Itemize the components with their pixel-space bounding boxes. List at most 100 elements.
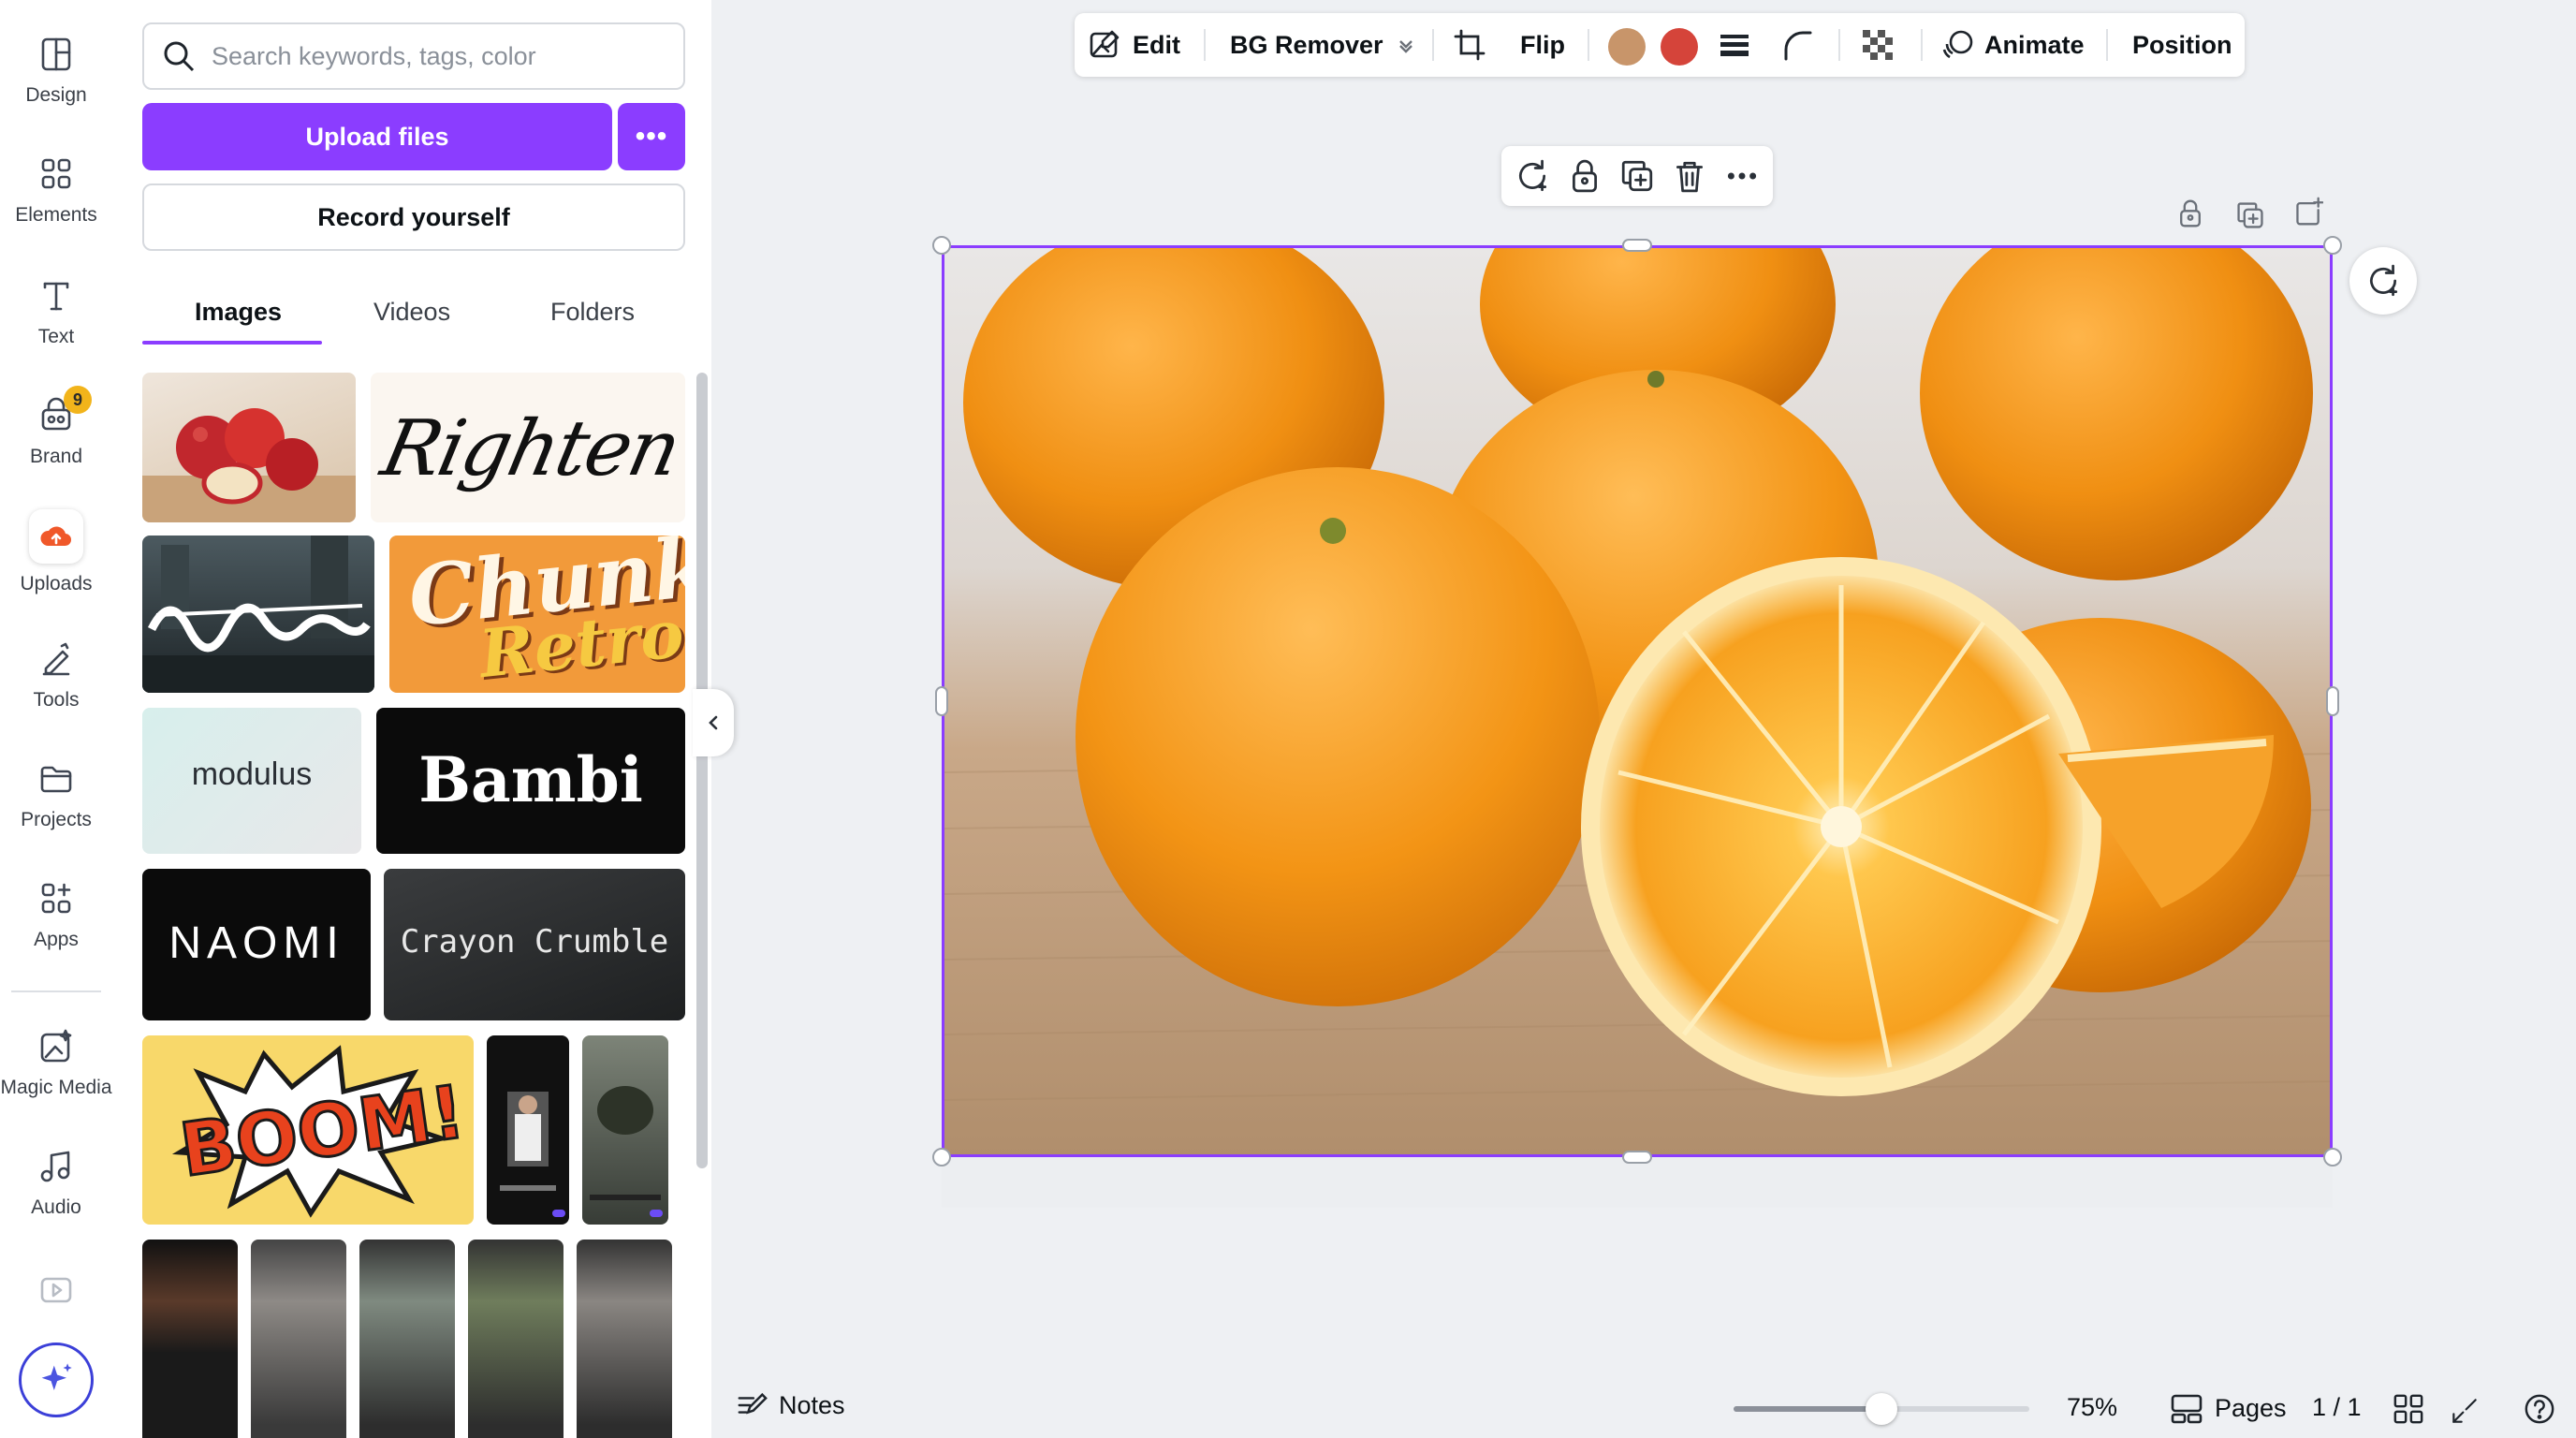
video-icon <box>40 1277 72 1303</box>
bg-remover-button[interactable]: BG Remover <box>1230 13 1415 77</box>
zoom-slider-knob[interactable] <box>1866 1393 1897 1425</box>
resize-handle-right[interactable] <box>2326 686 2339 716</box>
border-style-button[interactable] <box>1719 13 1750 77</box>
fullscreen-icon[interactable] <box>2451 1397 2479 1425</box>
rail-label-projects: Projects <box>21 809 92 830</box>
animate-button[interactable]: Animate <box>1941 13 2085 77</box>
upload-more-button[interactable]: ••• <box>618 103 685 170</box>
crop-button[interactable] <box>1453 13 1486 77</box>
upload-thumb-phone-1[interactable] <box>487 1035 569 1225</box>
bg-remover-label: BG Remover <box>1230 30 1383 59</box>
upload-thumb-phone-2[interactable] <box>582 1035 668 1225</box>
color-swatch-tan[interactable] <box>1608 28 1646 66</box>
trash-icon[interactable] <box>1672 158 1707 194</box>
pages-icon <box>2171 1394 2203 1424</box>
resize-handle-top[interactable] <box>1622 239 1652 252</box>
search-box[interactable]: Search keywords, tags, color <box>142 22 685 90</box>
upload-thumb-phone-3[interactable] <box>142 1240 238 1438</box>
rail-item-projects[interactable]: Projects <box>0 760 112 863</box>
upload-thumb-modulus[interactable]: modulus <box>142 708 361 854</box>
rail-label-brand: Brand <box>29 446 83 467</box>
edit-label: Edit <box>1133 30 1180 59</box>
upload-thumb-crayon-crumble[interactable]: Crayon Crumble <box>384 869 685 1020</box>
rail-item-uploads[interactable]: Uploads <box>0 509 112 612</box>
rail-label-uploads: Uploads <box>20 573 93 594</box>
add-page-icon[interactable] <box>2293 197 2323 227</box>
upload-thumb-graffiti[interactable] <box>142 536 374 693</box>
zoom-level[interactable]: 75% <box>2067 1393 2117 1422</box>
zoom-slider[interactable] <box>1734 1393 2029 1425</box>
corner-rounding-button[interactable] <box>1780 13 1812 77</box>
resize-handle-bottom[interactable] <box>1622 1151 1652 1164</box>
image-toolbar: Edit BG Remover Flip Animate Position <box>1075 13 2245 77</box>
lock-icon[interactable] <box>1567 158 1603 194</box>
position-button[interactable]: Position <box>2132 13 2232 77</box>
rail-item-text[interactable]: Text <box>0 277 112 380</box>
rail-item-brand[interactable]: 9 Brand <box>0 386 112 500</box>
modulus-font-sample: modulus <box>191 756 313 792</box>
naomi-font-sample: NAOMI <box>168 918 344 968</box>
rail-item-video[interactable] <box>0 1271 112 1318</box>
rail-item-audio[interactable]: Audio <box>0 1148 112 1251</box>
magic-refresh-button[interactable] <box>2349 247 2417 315</box>
grid-view-icon[interactable] <box>2393 1393 2424 1425</box>
resize-handle-bottom-right[interactable] <box>2323 1148 2342 1167</box>
collapse-panel-button[interactable] <box>693 689 734 756</box>
upload-thumb-apples[interactable] <box>142 373 356 522</box>
righten-font-sample: Righten <box>373 404 685 493</box>
apps-icon <box>41 883 71 914</box>
page-duplicate-icon[interactable] <box>2235 200 2265 230</box>
upload-thumb-naomi[interactable]: NAOMI <box>142 869 371 1020</box>
page-lock-icon[interactable] <box>2175 198 2205 228</box>
upload-thumb-phone-4[interactable] <box>251 1240 346 1438</box>
tab-images[interactable]: Images <box>195 298 282 345</box>
animate-icon <box>1942 30 1973 59</box>
upload-thumb-chunky-retro[interactable]: Chunky Retro <box>389 536 685 693</box>
border-weight-icon <box>1720 35 1749 56</box>
rail-item-elements[interactable]: Elements <box>0 155 112 258</box>
rail-item-tools[interactable]: Tools <box>0 640 112 743</box>
toolbar-separator <box>1204 29 1206 61</box>
rotate-refresh-icon[interactable] <box>1515 158 1550 194</box>
help-icon[interactable] <box>2524 1393 2555 1425</box>
tab-folders[interactable]: Folders <box>550 298 635 345</box>
upload-thumb-phone-5[interactable] <box>359 1240 455 1438</box>
more-options-icon[interactable] <box>1724 158 1760 194</box>
rail-label-audio: Audio <box>31 1196 81 1218</box>
resize-handle-bottom-left[interactable] <box>932 1148 951 1167</box>
magic-assistant-button[interactable] <box>19 1343 94 1417</box>
color-swatch-red[interactable] <box>1661 28 1698 66</box>
resize-handle-top-left[interactable] <box>932 236 951 255</box>
resize-handle-left[interactable] <box>935 686 948 716</box>
rail-item-magic-media[interactable]: Magic Media <box>0 1028 112 1131</box>
search-input[interactable]: Search keywords, tags, color <box>212 42 536 71</box>
rail-label-elements: Elements <box>15 204 97 226</box>
upload-thumb-righten-font[interactable]: Righten <box>371 373 685 522</box>
magic-media-icon <box>40 1029 72 1063</box>
selected-image-oranges[interactable] <box>942 245 2333 1157</box>
tab-videos[interactable]: Videos <box>373 298 450 345</box>
upload-thumb-bambi[interactable]: Bambi <box>376 708 685 854</box>
upload-thumb-phone-7[interactable] <box>577 1240 672 1438</box>
edit-button[interactable]: Edit <box>1088 13 1180 77</box>
flip-button[interactable]: Flip <box>1520 13 1565 77</box>
rail-item-apps[interactable]: Apps <box>0 880 112 983</box>
upload-thumb-phone-6[interactable] <box>468 1240 564 1438</box>
elements-icon <box>41 158 71 189</box>
toolbar-separator <box>1588 29 1589 61</box>
panel-scrollbar[interactable] <box>696 373 708 1168</box>
rail-label-design: Design <box>25 84 87 106</box>
upload-thumb-boom[interactable]: BOOM! <box>142 1035 474 1225</box>
resize-handle-top-right[interactable] <box>2323 236 2342 255</box>
transparency-button[interactable] <box>1861 13 1895 77</box>
toolbar-separator <box>2106 29 2108 61</box>
record-yourself-button[interactable]: Record yourself <box>142 183 685 251</box>
duplicate-icon[interactable] <box>1619 158 1655 194</box>
notes-button[interactable]: Notes <box>736 1389 845 1421</box>
upload-files-button[interactable]: Upload files <box>142 103 612 170</box>
pages-button[interactable]: Pages <box>2170 1391 2287 1425</box>
toolbar-separator <box>1921 29 1923 61</box>
uploads-panel: Search keywords, tags, color Upload file… <box>112 0 711 1438</box>
rail-item-design[interactable]: Design <box>0 36 112 139</box>
chevron-down-icon <box>1398 40 1412 53</box>
